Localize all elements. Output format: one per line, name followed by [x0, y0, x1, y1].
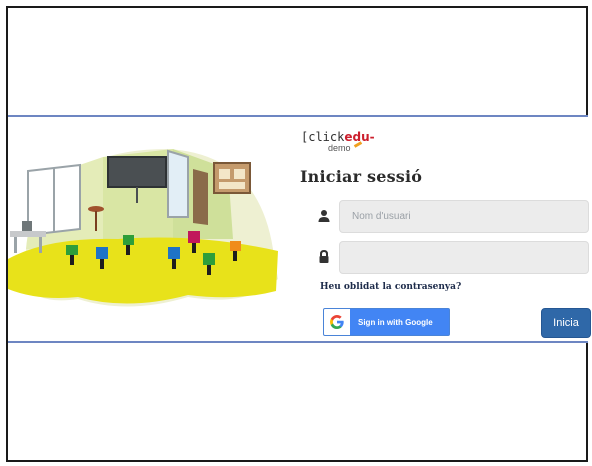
login-submit-button[interactable]: Inicia: [541, 308, 591, 338]
password-field[interactable]: [339, 241, 589, 274]
login-title: Iniciar sessió: [300, 167, 423, 186]
google-logo-box: [324, 309, 350, 335]
login-panel: [clickedu- demo Iniciar sessió Heu oblid…: [8, 115, 591, 343]
google-icon: [330, 315, 344, 329]
username-field[interactable]: [339, 200, 589, 233]
logo-subtitle: demo: [328, 143, 351, 153]
forgot-password-link[interactable]: Heu oblidat la contrasenya?: [320, 282, 461, 292]
logo-prefix: [click: [301, 130, 345, 144]
classroom-illustration: [8, 149, 278, 307]
clickedu-logo: [clickedu- demo: [301, 130, 391, 160]
google-signin-label: Sign in with Google: [358, 317, 433, 327]
logo-wordmark: [clickedu-: [301, 130, 375, 144]
google-signin-button[interactable]: Sign in with Google: [323, 308, 450, 336]
lock-icon: [319, 249, 329, 263]
logo-suffix: -: [369, 130, 375, 144]
user-icon: [318, 210, 330, 222]
